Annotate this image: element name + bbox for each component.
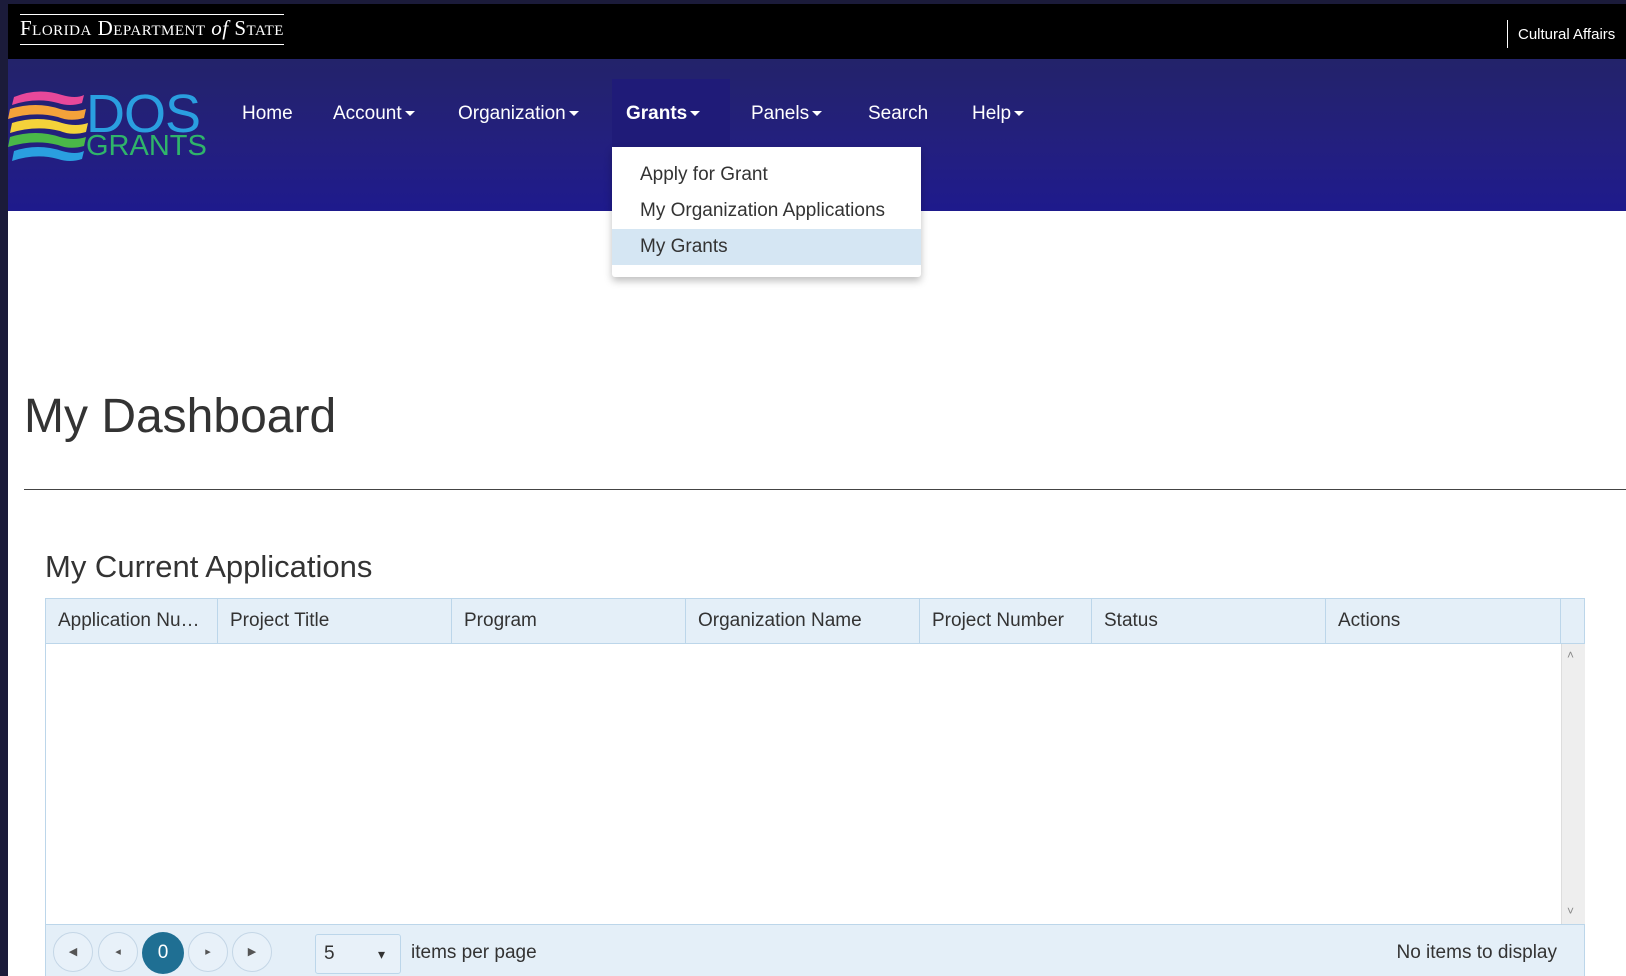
section-title: My Current Applications [45, 549, 373, 584]
nav-panels[interactable]: Panels [751, 102, 823, 126]
applications-grid: Application Nu… Project Title Program Or… [45, 598, 1585, 976]
column-header-program[interactable]: Program [452, 599, 686, 643]
chevron-up-icon[interactable]: ˄ [1567, 648, 1574, 662]
nav-organization-label: Organization [458, 103, 566, 124]
last-page-icon[interactable]: ▶︎ [232, 932, 272, 972]
nav-account[interactable]: Account [333, 102, 415, 126]
caret-down-icon [568, 111, 579, 117]
nav-panels-label: Panels [751, 103, 810, 124]
column-header-application-number[interactable]: Application Nu… [46, 599, 218, 643]
next-page-icon[interactable]: ▸ [188, 932, 228, 972]
dos-grants-logo[interactable]: DOS GRANTS [8, 87, 208, 169]
nav-search-label: Search [868, 103, 929, 124]
column-header-status[interactable]: Status [1092, 599, 1326, 643]
page-title: My Dashboard [24, 390, 337, 443]
agency-logo-part: of [211, 16, 229, 40]
items-per-page-label: items per page [411, 942, 537, 963]
topbar-divider [1507, 20, 1508, 48]
nav-organization[interactable]: Organization [458, 102, 579, 126]
current-page-number[interactable]: 0 [142, 932, 184, 974]
nav-search[interactable]: Search [868, 102, 928, 126]
agency-logo-part: State [228, 16, 284, 40]
nav-grants-label: Grants [626, 103, 688, 124]
column-header-project-number[interactable]: Project Number [920, 599, 1092, 643]
column-header-actions[interactable]: Actions [1326, 599, 1561, 643]
menu-item-my-grants[interactable]: My Grants [612, 229, 921, 265]
prev-page-icon[interactable]: ◂ [98, 932, 138, 972]
nav-grants[interactable]: Grants [626, 102, 701, 126]
caret-down-icon: ▾ [378, 946, 386, 962]
caret-down-icon [690, 111, 701, 117]
grid-header: Application Nu… Project Title Program Or… [46, 599, 1584, 644]
grants-dropdown-menu: Apply for Grant My Organization Applicat… [612, 147, 921, 277]
column-header-project-title[interactable]: Project Title [218, 599, 452, 643]
caret-down-icon [812, 111, 823, 117]
chevron-down-icon[interactable]: ˅ [1567, 904, 1574, 918]
browser-viewport: Florida Department of State Cultural Aff… [8, 4, 1626, 976]
title-divider [24, 489, 1626, 490]
caret-down-icon [1014, 111, 1025, 117]
florida-department-of-state-logo[interactable]: Florida Department of State [20, 14, 284, 45]
agency-bar: Florida Department of State Cultural Aff… [8, 4, 1626, 59]
nav-home-label: Home [242, 103, 293, 124]
nav-account-label: Account [333, 103, 402, 124]
grid-pager: ◀︎ ◂ 0 ▸ ▶︎ 5 ▾ items per page No items … [46, 924, 1584, 976]
logo-grants-text: GRANTS [86, 130, 207, 162]
first-page-icon[interactable]: ◀︎ [53, 932, 93, 972]
caret-down-icon [404, 111, 415, 117]
pager-info: No items to display [1396, 942, 1557, 963]
nav-help-label: Help [972, 103, 1012, 124]
grid-vertical-scrollbar[interactable]: ˄ ˅ [1561, 644, 1585, 924]
menu-item-apply-for-grant[interactable]: Apply for Grant [612, 157, 921, 193]
page-size-select[interactable]: 5 ▾ [315, 934, 401, 974]
page-size-value: 5 [324, 943, 335, 964]
nav-help[interactable]: Help [972, 102, 1025, 126]
cultural-affairs-link[interactable]: Cultural Affairs [1518, 26, 1615, 43]
grid-body [46, 644, 1561, 924]
menu-item-my-organization-applications[interactable]: My Organization Applications [612, 193, 921, 229]
logo-stripes-icon [8, 91, 88, 161]
agency-logo-part: Florida Department [20, 16, 212, 40]
column-header-organization-name[interactable]: Organization Name [686, 599, 920, 643]
nav-home[interactable]: Home [242, 102, 293, 126]
